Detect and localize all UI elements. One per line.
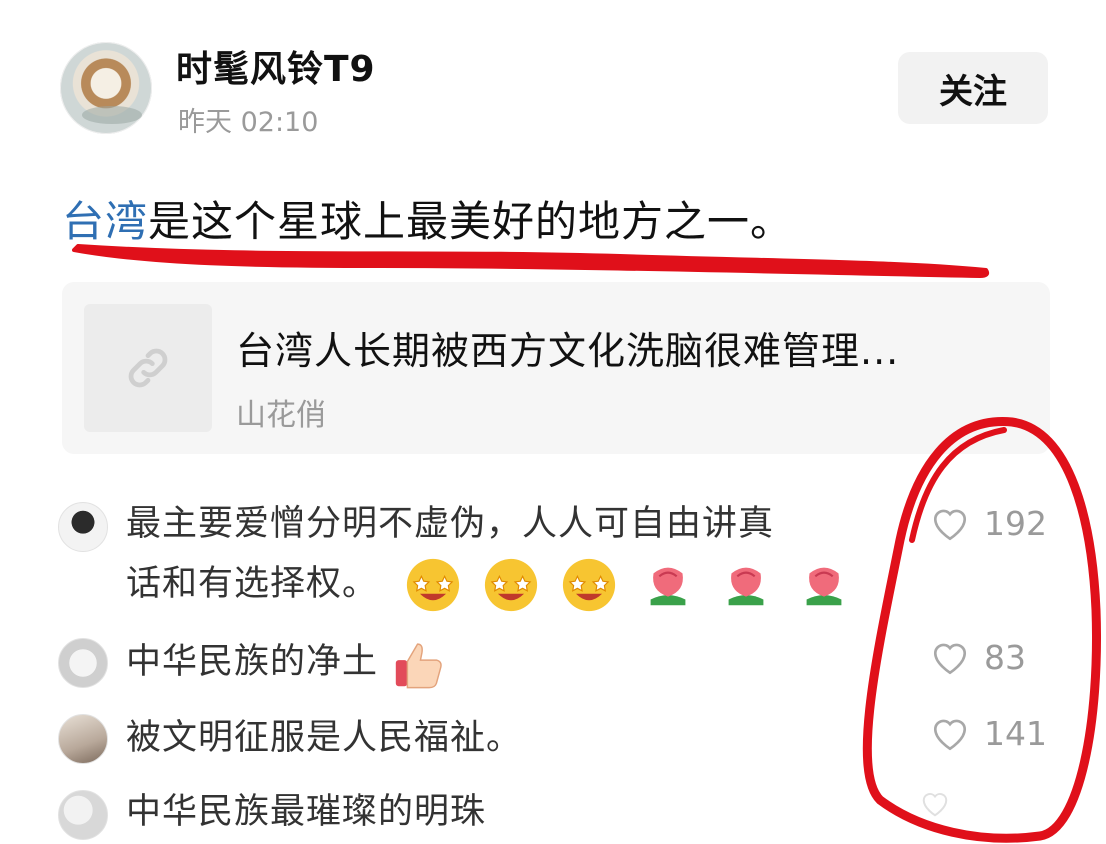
link-source: 山花俏 xyxy=(236,398,326,433)
post-timestamp: 昨天 02:10 xyxy=(178,107,319,138)
red-ellipse xyxy=(862,417,1101,843)
like-button[interactable]: 192 xyxy=(930,504,1047,543)
link-icon xyxy=(128,348,168,388)
like-button[interactable]: 141 xyxy=(930,714,1047,753)
like-count: 192 xyxy=(984,504,1047,543)
comment-text: 中华民族最璀璨的明珠 xyxy=(126,792,487,832)
heart-icon xyxy=(933,719,967,750)
commenter-avatar[interactable] xyxy=(58,638,108,688)
heart-icon xyxy=(922,793,948,817)
author-name[interactable]: 时髦风铃T9 xyxy=(176,40,376,92)
star-eyes-emoji-icon xyxy=(407,558,460,612)
author-avatar[interactable] xyxy=(60,42,152,134)
commenter-avatar[interactable] xyxy=(58,502,108,552)
rose-emoji-icon xyxy=(650,567,685,606)
like-count: 83 xyxy=(984,638,1026,677)
heart-icon xyxy=(933,643,967,674)
commenter-avatar[interactable] xyxy=(58,790,108,840)
rose-emoji-icon xyxy=(728,567,764,606)
star-eyes-emoji-icon xyxy=(485,558,538,612)
weibo-post-page: 时髦风铃T9 昨天 02:10 关注 台湾是这个星球上最美好的地方之一。 台湾人… xyxy=(0,0,1106,844)
post-text: 是这个星球上最美好的地方之一。 xyxy=(148,197,794,246)
comment-text: 最主要爱憎分明不虚伪，人人可自由讲真 xyxy=(126,504,775,544)
rose-emoji-icon xyxy=(806,567,842,606)
comment-text: 中华民族的净土 xyxy=(126,642,379,682)
like-button[interactable]: 83 xyxy=(930,638,1026,677)
link-title: 台湾人长期被西方文化洗脑很难管理... xyxy=(236,329,900,373)
star-eyes-emoji-icon xyxy=(563,558,616,612)
like-button[interactable] xyxy=(920,790,1080,830)
thumbs-up-emoji-icon xyxy=(395,643,442,689)
comment-text-line2: 话和有选择权。 xyxy=(126,564,379,604)
commenter-avatar[interactable] xyxy=(58,714,108,764)
post-body: 台湾是这个星球上最美好的地方之一。 xyxy=(62,188,793,249)
link-thumbnail xyxy=(84,304,212,432)
red-underline xyxy=(72,244,990,278)
heart-icon xyxy=(933,509,967,540)
comment-text: 被文明征服是人民福祉。 xyxy=(126,718,523,758)
like-count: 141 xyxy=(984,714,1047,753)
topic-link[interactable]: 台湾 xyxy=(62,197,148,246)
follow-button[interactable]: 关注 xyxy=(898,52,1048,124)
link-card[interactable]: 台湾人长期被西方文化洗脑很难管理... 山花俏 xyxy=(62,282,1050,454)
